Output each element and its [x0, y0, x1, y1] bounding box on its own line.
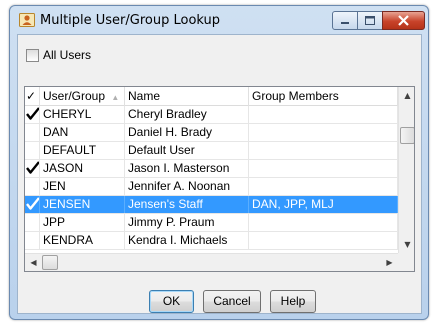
table-row[interactable]: JEN Jennifer A. Noonan	[25, 178, 398, 196]
user-group-cell: CHERYL	[40, 106, 125, 123]
name-cell: Jason I. Masterson	[125, 160, 249, 177]
name-cell: Cheryl Bradley	[125, 106, 249, 123]
row-check-cell[interactable]	[25, 160, 40, 177]
group-members-cell: DAN, JPP, MLJ	[249, 196, 398, 213]
user-group-cell: KENDRA	[40, 232, 125, 249]
dialog-window: Multiple User/Group Lookup All Users ✓ U…	[9, 5, 429, 320]
checkmark-icon	[26, 107, 39, 120]
scroll-left-arrow-icon[interactable]: ◀	[25, 254, 42, 271]
minimize-icon	[341, 22, 349, 24]
checkmark-icon	[26, 161, 39, 174]
name-cell: Jimmy P. Praum	[125, 214, 249, 231]
row-check-cell[interactable]	[25, 124, 40, 141]
name-cell: Default User	[125, 142, 249, 159]
all-users-option[interactable]: All Users	[26, 47, 91, 63]
group-members-cell	[249, 142, 398, 159]
user-group-cell: JPP	[40, 214, 125, 231]
grid-rows: CHERYL Cheryl Bradley DAN Daniel H. Brady DE…	[25, 106, 398, 250]
table-row[interactable]: DAN Daniel H. Brady	[25, 124, 398, 142]
row-check-cell[interactable]	[25, 106, 40, 123]
table-row[interactable]: JASON Jason I. Masterson	[25, 160, 398, 178]
all-users-checkbox[interactable]	[26, 48, 39, 62]
group-members-cell	[249, 178, 398, 195]
table-row[interactable]: DEFAULT Default User	[25, 142, 398, 160]
checkmark-icon	[26, 197, 39, 210]
user-group-cell: DAN	[40, 124, 125, 141]
user-group-cell: JEN	[40, 178, 125, 195]
group-members-cell	[249, 160, 398, 177]
dialog-body: All Users ✓ User/Group ▲ Name Group Memb…	[17, 34, 422, 314]
user-group-cell: JENSEN	[40, 196, 125, 213]
column-header-check[interactable]: ✓	[25, 87, 40, 106]
column-header-name[interactable]: Name	[125, 87, 249, 106]
grid-header: ✓ User/Group ▲ Name Group Members	[25, 87, 398, 106]
table-row[interactable]: JENSEN Jensen's Staff DAN, JPP, MLJ	[25, 196, 398, 214]
column-header-group-members[interactable]: Group Members	[249, 87, 398, 106]
scroll-right-arrow-icon[interactable]: ▶	[381, 254, 398, 271]
name-cell: Kendra I. Michaels	[125, 232, 249, 249]
user-group-grid[interactable]: ✓ User/Group ▲ Name Group Members CHERYL…	[24, 86, 415, 272]
minimize-button[interactable]	[332, 11, 358, 30]
ok-button[interactable]: OK	[149, 290, 194, 313]
group-members-cell	[249, 124, 398, 141]
vertical-scrollbar[interactable]: ▲ ▼	[398, 87, 414, 253]
maximize-button[interactable]	[357, 11, 383, 30]
horizontal-scrollbar[interactable]: ◀ ▶	[25, 253, 398, 271]
table-row[interactable]: CHERYL Cheryl Bradley	[25, 106, 398, 124]
cancel-button[interactable]: Cancel	[203, 290, 261, 313]
row-check-cell[interactable]	[25, 142, 40, 159]
row-check-cell[interactable]	[25, 232, 40, 249]
close-icon	[398, 15, 409, 26]
app-users-icon	[19, 13, 35, 27]
table-row[interactable]: KENDRA Kendra I. Michaels	[25, 232, 398, 250]
sort-ascending-icon: ▲	[111, 93, 120, 102]
row-check-cell[interactable]	[25, 196, 40, 213]
row-check-cell[interactable]	[25, 214, 40, 231]
close-button[interactable]	[382, 11, 425, 30]
maximize-icon	[365, 16, 375, 25]
scrollbar-corner	[398, 253, 414, 271]
name-cell: Daniel H. Brady	[125, 124, 249, 141]
scroll-down-arrow-icon[interactable]: ▼	[399, 236, 414, 253]
user-group-cell: DEFAULT	[40, 142, 125, 159]
group-members-cell	[249, 106, 398, 123]
column-header-user-group-label: User/Group	[43, 89, 106, 103]
help-button[interactable]: Help	[270, 290, 316, 313]
title-bar[interactable]: Multiple User/Group Lookup	[10, 6, 428, 34]
horizontal-scroll-thumb[interactable]	[42, 255, 58, 270]
row-check-cell[interactable]	[25, 178, 40, 195]
group-members-cell	[249, 232, 398, 249]
group-members-cell	[249, 214, 398, 231]
name-cell: Jennifer A. Noonan	[125, 178, 249, 195]
window-title: Multiple User/Group Lookup	[40, 13, 221, 28]
vertical-scroll-thumb[interactable]	[400, 127, 414, 144]
name-cell: Jensen's Staff	[125, 196, 249, 213]
column-header-user-group[interactable]: User/Group ▲	[40, 87, 125, 106]
table-row[interactable]: JPP Jimmy P. Praum	[25, 214, 398, 232]
user-group-cell: JASON	[40, 160, 125, 177]
scroll-up-arrow-icon[interactable]: ▲	[399, 87, 414, 104]
all-users-label: All Users	[43, 48, 92, 62]
